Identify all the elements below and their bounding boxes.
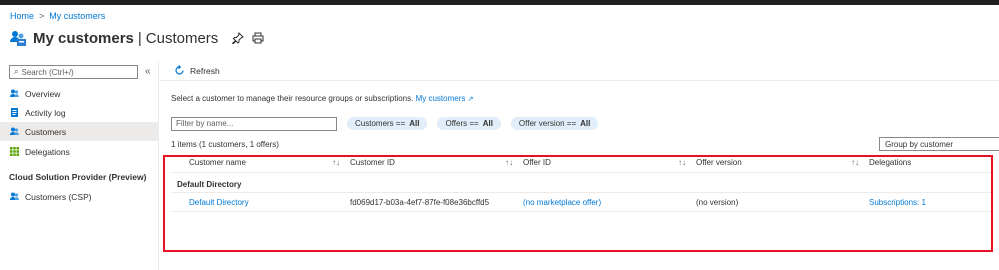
top-bar	[0, 0, 999, 5]
collapse-sidebar-icon[interactable]: «	[145, 66, 151, 77]
my-customers-link[interactable]: My customers	[416, 94, 466, 103]
command-bar: Refresh	[160, 62, 999, 81]
offer-version-filter-pill[interactable]: Offer version == All	[510, 117, 599, 130]
sidebar-item-delegations[interactable]: Delegations	[0, 142, 159, 161]
items-count: 1 items (1 customers, 1 offers)	[171, 140, 279, 149]
intro-text: Select a customer to manage their resour…	[171, 94, 474, 103]
sidebar-item-activity-log[interactable]: Activity log	[0, 103, 159, 122]
sidebar-item-overview[interactable]: Overview	[0, 84, 159, 103]
people-icon	[10, 192, 19, 201]
refresh-button[interactable]: Refresh	[174, 65, 220, 76]
people-icon	[10, 127, 19, 136]
breadcrumb: Home > My customers	[10, 11, 105, 21]
page-title: My customers | Customers	[33, 29, 219, 47]
customers-filter-pill[interactable]: Customers == All	[347, 117, 428, 130]
sidebar-item-customers[interactable]: Customers	[0, 122, 159, 141]
refresh-icon	[174, 65, 185, 76]
sidebar-section-title: Cloud Solution Provider (Preview)	[9, 172, 147, 182]
filter-row: Filter by name... Customers == All Offers…	[171, 116, 599, 131]
breadcrumb-home[interactable]: Home	[10, 11, 34, 21]
breadcrumb-current[interactable]: My customers	[49, 11, 105, 21]
customers-icon	[9, 29, 27, 47]
highlight-box	[163, 155, 993, 252]
sidebar-search-input[interactable]: ⌕ Search (Ctrl+/)	[9, 65, 138, 79]
sidebar: ⌕ Search (Ctrl+/) « Overview Activity lo…	[0, 62, 159, 270]
print-icon[interactable]	[252, 32, 264, 44]
sidebar-item-customers-csp[interactable]: Customers (CSP)	[0, 187, 159, 206]
breadcrumb-separator: >	[39, 11, 45, 21]
people-icon	[10, 89, 19, 98]
external-link-icon: ↗	[467, 96, 474, 103]
group-by-select[interactable]: Group by customer	[879, 137, 999, 151]
filter-by-name-input[interactable]: Filter by name...	[171, 116, 337, 131]
page-header: My customers | Customers	[9, 26, 264, 50]
search-icon: ⌕	[14, 67, 19, 76]
grid-icon	[10, 147, 19, 156]
offers-filter-pill[interactable]: Offers == All	[437, 117, 501, 130]
pin-icon[interactable]	[232, 31, 245, 45]
log-icon	[10, 108, 19, 117]
